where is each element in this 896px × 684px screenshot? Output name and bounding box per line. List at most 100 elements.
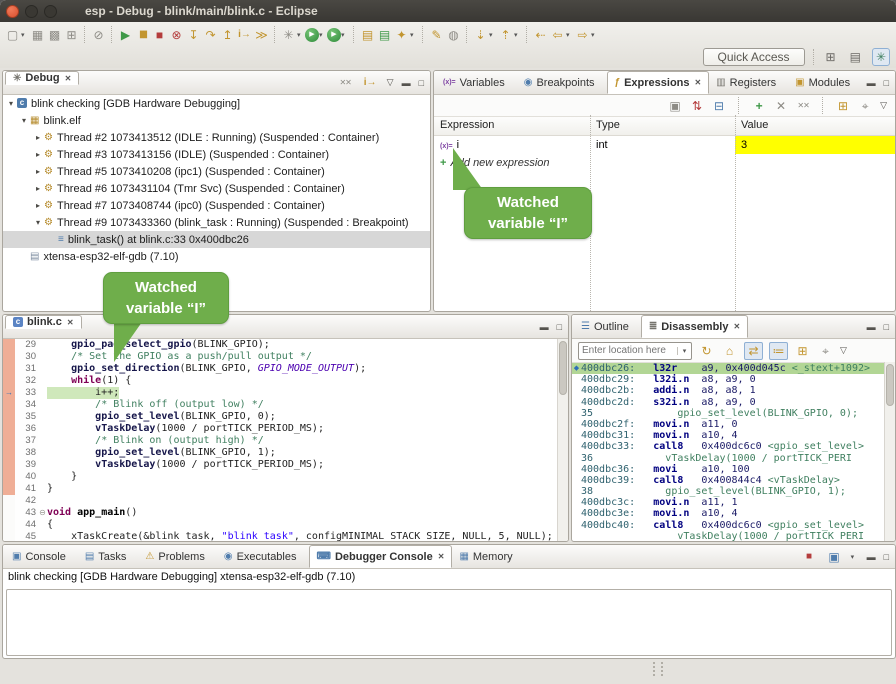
instruction-pointer-icon[interactable] bbox=[3, 459, 15, 471]
minimize-icon[interactable]: ▬ bbox=[867, 322, 876, 332]
new-view-icon[interactable]: ⊞ bbox=[836, 98, 850, 114]
tab-console[interactable]: ▣Console bbox=[5, 545, 78, 568]
instruction-pointer-icon[interactable]: → bbox=[3, 387, 15, 399]
instruction-stepping-icon[interactable]: i→ bbox=[236, 27, 253, 43]
expander-icon[interactable]: ▸ bbox=[33, 133, 43, 142]
instruction-pointer-icon[interactable] bbox=[3, 495, 15, 507]
minimize-icon[interactable]: ▬ bbox=[540, 322, 549, 332]
editor-line[interactable]: 31 gpio_set_direction(BLINK_GPIO, GPIO_M… bbox=[3, 363, 568, 375]
expander-icon[interactable]: ▾ bbox=[19, 116, 29, 125]
cpp-perspective-icon[interactable]: ▤ bbox=[847, 49, 864, 65]
instruction-pointer-icon[interactable] bbox=[3, 363, 15, 375]
instruction-pointer-icon[interactable] bbox=[3, 399, 15, 411]
tab-disassembly[interactable]: ≣Disassembly✕ bbox=[641, 315, 748, 338]
expression-row[interactable]: (x)=i int 3 bbox=[434, 136, 895, 154]
instruction-pointer-icon[interactable] bbox=[3, 423, 15, 435]
fold-icon[interactable] bbox=[38, 339, 47, 351]
tab-modules[interactable]: ▣Modules bbox=[788, 71, 862, 94]
tree-row[interactable]: ≡blink_task() at blink.c:33 0x400dbc26 bbox=[3, 231, 430, 248]
instruction-pointer-icon[interactable] bbox=[3, 483, 15, 495]
step-over-icon[interactable]: ↷ bbox=[202, 27, 219, 43]
tab-close-icon[interactable]: ✕ bbox=[67, 318, 74, 327]
add-expression-row[interactable]: +Add new expression bbox=[434, 154, 895, 172]
debug-menu-icon[interactable]: ✳ bbox=[280, 27, 297, 43]
disassembly-line[interactable]: 400dbc2d: s32i.n a8, a9, 0 bbox=[572, 397, 895, 408]
external-tools-icon[interactable]: ▶ bbox=[327, 28, 341, 42]
view-menu-icon[interactable]: ▽ bbox=[880, 100, 887, 111]
tree-row[interactable]: ▾⚙Thread #9 1073433360 (blink_task : Run… bbox=[3, 214, 430, 231]
tab-debugger-console[interactable]: ⌨Debugger Console✕ bbox=[309, 545, 453, 568]
instruction-pointer-icon[interactable] bbox=[3, 339, 15, 351]
tab-close-icon[interactable]: ✕ bbox=[695, 78, 702, 87]
skip-all-breakpoints-icon[interactable]: ⊘ bbox=[90, 27, 107, 43]
fold-icon[interactable] bbox=[38, 447, 47, 459]
next-annotation-icon[interactable]: ⇣ bbox=[472, 27, 489, 43]
instruction-pointer-icon[interactable] bbox=[3, 519, 15, 531]
tab-variables[interactable]: (x)=Variables bbox=[436, 71, 517, 94]
tab-problems[interactable]: ⚠Problems bbox=[138, 545, 216, 568]
suspend-icon[interactable]: ▮▮ bbox=[134, 27, 151, 43]
column-divider[interactable] bbox=[735, 115, 736, 311]
terminate-icon[interactable]: ■ bbox=[151, 27, 168, 43]
save-all-icon[interactable]: ▩ bbox=[46, 27, 63, 43]
tab-debug[interactable]: ✳Debug✕ bbox=[5, 71, 79, 85]
maximize-icon[interactable]: □ bbox=[557, 322, 562, 332]
instruction-pointer-icon[interactable] bbox=[3, 507, 15, 519]
minimize-icon[interactable]: ▬ bbox=[867, 552, 876, 562]
view-menu-icon[interactable]: ▽ bbox=[840, 345, 847, 356]
forward-dropdown[interactable]: ▾ bbox=[591, 31, 599, 39]
run-icon[interactable]: ▶ bbox=[305, 28, 319, 42]
editor-line[interactable]: 29 gpio_pad_select_gpio(BLINK_GPIO); bbox=[3, 339, 568, 351]
add-expression-icon[interactable]: + bbox=[752, 98, 766, 114]
fold-icon[interactable] bbox=[38, 435, 47, 447]
editor-line[interactable]: 39 vTaskDelay(1000 / portTICK_PERIOD_MS)… bbox=[3, 459, 568, 471]
code-editor[interactable]: 29 gpio_pad_select_gpio(BLINK_GPIO);30 /… bbox=[3, 339, 568, 542]
remove-expression-icon[interactable]: ✕ bbox=[774, 98, 788, 114]
maximize-icon[interactable]: □ bbox=[884, 552, 889, 562]
editor-line[interactable]: 45 xTaskCreate(&blink_task, "blink_task"… bbox=[3, 531, 568, 542]
location-dropdown-icon[interactable]: ▾ bbox=[677, 347, 691, 355]
editor-line[interactable]: 40 } bbox=[3, 471, 568, 483]
forward-icon[interactable]: ⇨ bbox=[574, 27, 591, 43]
disassembly-line[interactable]: 400dbc36: movi a10, 100 bbox=[572, 464, 895, 475]
tab-breakpoints[interactable]: ◉Breakpoints bbox=[517, 71, 607, 94]
tree-row[interactable]: ▸⚙Thread #3 1073413156 (IDLE) (Suspended… bbox=[3, 146, 430, 163]
editor-scrollbar[interactable] bbox=[557, 339, 568, 541]
mark-occurrences-icon[interactable]: ✎ bbox=[428, 27, 445, 43]
editor-line[interactable]: 44{ bbox=[3, 519, 568, 531]
annotations-icon[interactable]: ◍ bbox=[445, 27, 462, 43]
disassembly-line[interactable]: 36 vTaskDelay(1000 / portTICK_PERI bbox=[572, 453, 895, 464]
disassembly-line[interactable]: 400dbc3e: movi.n a10, 4 bbox=[572, 508, 895, 519]
home-icon[interactable]: ⌂ bbox=[721, 343, 738, 359]
step-return-icon[interactable]: ↥ bbox=[219, 27, 236, 43]
fold-icon[interactable] bbox=[38, 411, 47, 423]
disassembly-line[interactable]: 400dbc33: call8 0x400dc6c0 <gpio_set_lev… bbox=[572, 441, 895, 452]
tree-row[interactable]: ▤xtensa-esp32-elf-gdb (7.10) bbox=[3, 248, 430, 265]
disassembly-line[interactable]: vTaskDelay(1000 / portTICK PERI bbox=[572, 531, 895, 542]
disassembly-line[interactable]: 400dbc29: l32i.n a8, a9, 0 bbox=[572, 374, 895, 385]
expander-icon[interactable]: ▸ bbox=[33, 201, 43, 210]
new-wizard-dropdown[interactable]: ▾ bbox=[21, 31, 29, 39]
new-view-icon[interactable]: ⊞ bbox=[794, 343, 811, 359]
pin-icon[interactable]: ⌖ bbox=[817, 343, 834, 359]
tree-row[interactable]: ▾cblink checking [GDB Hardware Debugging… bbox=[3, 95, 430, 112]
fold-icon[interactable] bbox=[38, 387, 47, 399]
fold-icon[interactable] bbox=[38, 375, 47, 387]
debug-menu-dropdown[interactable]: ▾ bbox=[297, 31, 305, 39]
fold-icon[interactable] bbox=[38, 471, 47, 483]
terminate-console-icon[interactable]: ■ bbox=[801, 549, 818, 565]
fold-icon[interactable] bbox=[38, 483, 47, 495]
fold-icon[interactable]: ⊖ bbox=[38, 507, 47, 519]
show-logical-structure-icon[interactable]: ⇅ bbox=[690, 98, 704, 114]
disassembly-scrollbar[interactable] bbox=[884, 362, 895, 541]
tree-row[interactable]: ▸⚙Thread #5 1073410208 (ipc1) (Suspended… bbox=[3, 163, 430, 180]
tab-registers[interactable]: ▥Registers bbox=[709, 71, 788, 94]
remove-all-terminated-icon[interactable]: ✕✕ bbox=[337, 75, 354, 91]
disassembly-line[interactable]: ◆400dbc26: l32r a9, 0x400d045c <_stext+1… bbox=[572, 363, 895, 374]
fold-icon[interactable] bbox=[38, 363, 47, 375]
tab-close-icon[interactable]: ✕ bbox=[65, 74, 72, 83]
disassembly-line[interactable]: 38 gpio_set_level(BLINK_GPIO, 1); bbox=[572, 486, 895, 497]
editor-line[interactable]: 42 bbox=[3, 495, 568, 507]
maximize-icon[interactable]: □ bbox=[884, 322, 889, 332]
disassembly-line[interactable]: 400dbc2b: addi.n a8, a8, 1 bbox=[572, 385, 895, 396]
